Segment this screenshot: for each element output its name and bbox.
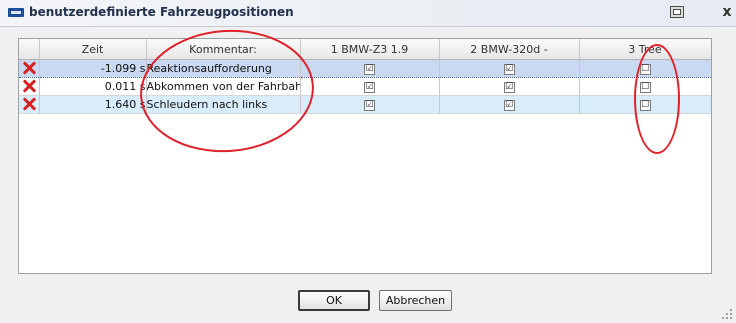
header-bmw-z3[interactable]: 1 BMW-Z3 1.9 <box>300 39 440 60</box>
window-option-icon[interactable] <box>670 6 684 18</box>
bmw-z3-cell[interactable]: ☑ <box>300 59 440 78</box>
bmw-z3-checkbox[interactable]: ☑ <box>364 81 375 93</box>
delete-x-icon[interactable] <box>22 97 36 111</box>
table-row[interactable]: 1.640 s Schleudern nach links ☑ ☑ ☐ <box>19 95 711 114</box>
dialog-window: benutzerdefinierte Fahrzeugpositionen x … <box>0 0 736 323</box>
header-tree[interactable]: 3 Tree <box>579 39 711 60</box>
title-bar[interactable]: benutzerdefinierte Fahrzeugpositionen x <box>0 0 736 27</box>
bmw-320d-cell[interactable]: ☑ <box>439 77 580 96</box>
zeit-cell[interactable]: -1.099 s <box>39 59 147 78</box>
table-row[interactable]: -1.099 s Reaktionsaufforderung ☑ ☑ ☐ <box>19 59 711 78</box>
resize-grip-icon[interactable] <box>722 309 734 321</box>
bmw-320d-cell[interactable]: ☑ <box>439 59 580 78</box>
bmw-z3-checkbox[interactable]: ☑ <box>364 63 375 75</box>
delete-cell[interactable] <box>19 77 40 96</box>
tree-cell[interactable]: ☐ <box>579 59 711 78</box>
kommentar-cell[interactable]: Abkommen von der Fahrbahn <box>146 77 301 96</box>
bmw-320d-checkbox[interactable]: ☑ <box>503 81 515 93</box>
header-bmw-320d[interactable]: 2 BMW-320d - <box>439 39 580 60</box>
dialog-footer: OK Abbrechen <box>0 274 736 323</box>
positions-grid[interactable]: Zeit Kommentar: 1 BMW-Z3 1.9 2 BMW-320d … <box>18 38 712 274</box>
bmw-320d-cell[interactable]: ☑ <box>439 95 580 114</box>
kommentar-cell[interactable]: Schleudern nach links <box>146 95 301 114</box>
tree-checkbox[interactable]: ☐ <box>639 81 651 93</box>
bmw-z3-checkbox[interactable]: ☑ <box>364 99 375 111</box>
kommentar-cell[interactable]: Reaktionsaufforderung <box>146 59 301 78</box>
grid-header-row: Zeit Kommentar: 1 BMW-Z3 1.9 2 BMW-320d … <box>19 39 711 60</box>
table-row[interactable]: 0.011 s Abkommen von der Fahrbahn ☑ ☑ ☐ <box>19 77 711 96</box>
zeit-cell[interactable]: 0.011 s <box>39 77 147 96</box>
tree-cell[interactable]: ☐ <box>579 95 711 114</box>
delete-x-icon[interactable] <box>22 79 36 93</box>
bmw-z3-cell[interactable]: ☑ <box>300 77 440 96</box>
close-icon[interactable]: x <box>719 4 735 20</box>
zeit-cell[interactable]: 1.640 s <box>39 95 147 114</box>
bmw-320d-checkbox[interactable]: ☑ <box>503 99 515 111</box>
header-kommentar[interactable]: Kommentar: <box>146 39 301 60</box>
tree-checkbox[interactable]: ☐ <box>639 63 651 75</box>
bmw-z3-cell[interactable]: ☑ <box>300 95 440 114</box>
delete-cell[interactable] <box>19 95 40 114</box>
delete-cell[interactable] <box>19 59 40 78</box>
cancel-button[interactable]: Abbrechen <box>379 290 452 311</box>
tree-checkbox[interactable]: ☐ <box>639 99 651 111</box>
header-delete <box>19 39 40 60</box>
header-zeit[interactable]: Zeit <box>39 39 147 60</box>
delete-x-icon[interactable] <box>22 61 36 75</box>
tree-cell[interactable]: ☐ <box>579 77 711 96</box>
window-title: benutzerdefinierte Fahrzeugpositionen <box>29 5 294 19</box>
ok-button[interactable]: OK <box>298 290 370 311</box>
bmw-320d-checkbox[interactable]: ☑ <box>503 63 515 75</box>
vehicle-app-icon <box>8 8 24 17</box>
